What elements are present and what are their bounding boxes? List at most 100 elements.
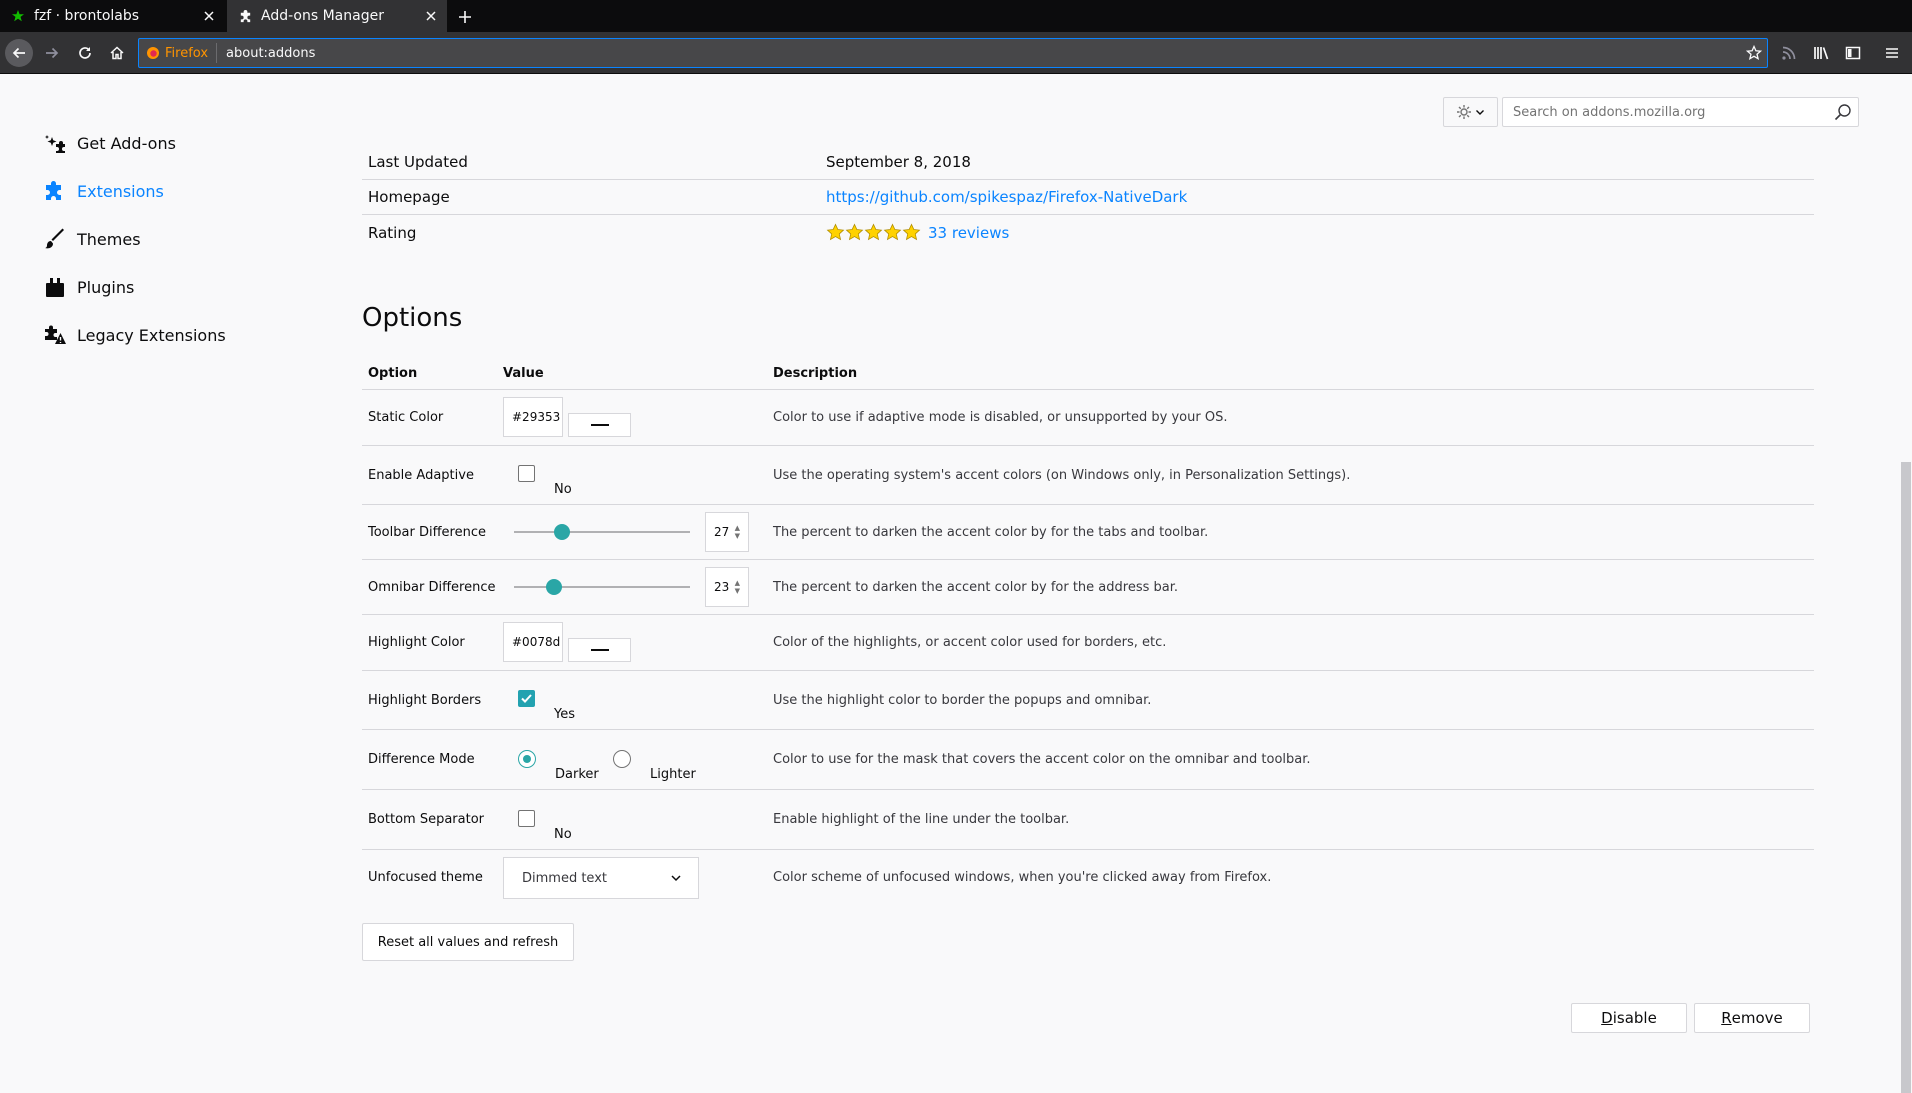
radio-label-darker: Darker (555, 767, 599, 782)
new-tab-button[interactable] (452, 4, 478, 30)
star-icon (826, 223, 845, 241)
enable-adaptive-checkbox[interactable] (518, 465, 535, 482)
plugin-block-icon (42, 274, 68, 300)
toolbar-difference-slider-thumb[interactable] (553, 524, 570, 540)
search-icon[interactable] (1828, 98, 1858, 126)
plus-icon (459, 11, 471, 23)
toolbar-difference-number[interactable]: 27 ▲ ▼ (705, 512, 749, 552)
arrow-right-icon (46, 47, 59, 59)
forward-button[interactable] (38, 39, 66, 67)
spinner-arrows-icon[interactable]: ▲ ▼ (735, 579, 740, 595)
utils-menu-button[interactable] (1443, 97, 1498, 127)
toolbar-difference-slider-track[interactable] (514, 531, 690, 533)
page-scrollbar[interactable] (1901, 462, 1911, 1093)
options-header-row: Option Value Description (362, 362, 1814, 390)
sidebar-item-themes[interactable]: Themes (42, 224, 141, 254)
tab-addons-manager[interactable]: Add-ons Manager (227, 0, 447, 32)
option-row-highlight-color: Highlight Color Color of the highlights,… (362, 615, 1814, 671)
option-row-enable-adaptive: Enable Adaptive No Use the operating sys… (362, 446, 1814, 505)
reload-icon (79, 47, 91, 59)
omnibar-difference-number[interactable]: 23 ▲ ▼ (705, 567, 749, 607)
highlight-borders-checkbox[interactable] (518, 690, 535, 707)
homepage-link[interactable]: https://github.com/spikespaz/Firefox-Nat… (826, 188, 1187, 206)
identity-box[interactable]: Firefox (139, 43, 218, 63)
warning-puzzle-icon (42, 322, 68, 348)
sidebar-item-legacy-extensions[interactable]: Legacy Extensions (42, 320, 226, 350)
option-name: Enable Adaptive (368, 468, 474, 483)
option-row-bottom-separator: Bottom Separator No Enable highlight of … (362, 790, 1814, 850)
sidebar-item-label: Extensions (77, 181, 164, 201)
select-value: Dimmed text (522, 870, 607, 886)
url-bar[interactable]: Firefox about:addons (138, 38, 1768, 68)
tab-strip: fzf · brontolabs Add-ons Manager (0, 0, 1912, 32)
header-option: Option (368, 366, 418, 381)
navigation-toolbar: Firefox about:addons (0, 32, 1912, 74)
highlight-color-picker[interactable] (568, 638, 631, 662)
option-row-difference-mode: Difference Mode Darker Lighter Color to … (362, 730, 1814, 790)
sidebar-item-label: Themes (77, 229, 141, 249)
number-value: 27 (714, 525, 730, 539)
bookmark-star-icon[interactable] (1741, 40, 1767, 66)
difference-mode-darker-radio[interactable] (518, 750, 536, 768)
detail-value: September 8, 2018 (826, 153, 971, 171)
static-color-input[interactable] (503, 397, 563, 437)
difference-mode-lighter-radio[interactable] (613, 750, 631, 768)
identity-label: Firefox (165, 45, 209, 61)
option-description: Color to use for the mask that covers th… (773, 752, 1311, 767)
home-button[interactable] (103, 39, 131, 67)
url-text[interactable]: about:addons (217, 46, 1741, 61)
omnibar-difference-slider-thumb[interactable] (546, 579, 563, 595)
detail-row-rating: Rating 33 reviews (362, 215, 1814, 250)
option-name: Static Color (368, 410, 444, 425)
home-icon (110, 46, 124, 60)
option-description: Color to use if adaptive mode is disable… (773, 410, 1228, 425)
unfocused-theme-select[interactable]: Dimmed text (503, 857, 699, 899)
rss-icon[interactable] (1777, 41, 1801, 65)
star-icon (10, 8, 26, 24)
button-label: isable (1612, 1009, 1657, 1027)
search-input[interactable] (1503, 104, 1828, 120)
omnibar-difference-slider-track[interactable] (514, 586, 690, 588)
back-button[interactable] (5, 39, 33, 67)
disable-button[interactable]: Disable (1571, 1003, 1687, 1033)
sidebar-item-extensions[interactable]: Extensions (42, 176, 164, 206)
accesskey: D (1601, 1009, 1613, 1027)
checkbox-state-label: No (554, 827, 572, 842)
tab-fzf[interactable]: fzf · brontolabs (0, 0, 225, 32)
library-icon[interactable] (1810, 41, 1834, 65)
close-icon[interactable] (419, 4, 443, 28)
spinner-arrows-icon[interactable]: ▲ ▼ (735, 524, 740, 540)
sidebar-item-get-addons[interactable]: Get Add-ons (42, 128, 176, 158)
detail-row-homepage: Homepage https://github.com/spikespaz/Fi… (362, 180, 1814, 215)
addons-search[interactable] (1502, 97, 1859, 127)
hamburger-menu-icon[interactable] (1880, 41, 1904, 65)
header-value: Value (503, 366, 544, 381)
header-description: Description (773, 366, 858, 381)
option-name: Toolbar Difference (368, 525, 486, 540)
option-description: The percent to darken the accent color b… (773, 525, 1209, 540)
option-description: Enable highlight of the line under the t… (773, 812, 1070, 827)
option-row-unfocused-theme: Unfocused theme Dimmed text Color scheme… (362, 850, 1814, 906)
bottom-separator-checkbox[interactable] (518, 810, 535, 827)
highlight-color-input[interactable] (503, 622, 563, 662)
sidebar-toggle-icon[interactable] (1841, 41, 1865, 65)
detail-row-last-updated: Last Updated September 8, 2018 (362, 145, 1814, 180)
option-row-omnibar-difference: Omnibar Difference 23 ▲ ▼ The percent to … (362, 560, 1814, 615)
star-icon (864, 223, 883, 241)
reload-button[interactable] (71, 39, 99, 67)
button-label: emove (1731, 1009, 1783, 1027)
static-color-picker[interactable] (568, 413, 631, 437)
puzzle-icon (42, 178, 68, 204)
categories-sidebar: Get Add-ons Extensions Themes Plugins Le… (0, 74, 340, 1093)
remove-button[interactable]: Remove (1694, 1003, 1810, 1033)
star-icon (902, 223, 921, 241)
sidebar-item-plugins[interactable]: Plugins (42, 272, 134, 302)
option-name: Bottom Separator (368, 812, 484, 827)
reset-values-button[interactable]: Reset all values and refresh (362, 923, 574, 961)
close-icon[interactable] (197, 4, 221, 28)
checkmark-icon (521, 694, 532, 703)
reviews-link[interactable]: 33 reviews (928, 224, 1009, 242)
detail-label: Homepage (368, 188, 450, 206)
options-heading: Options (362, 303, 463, 333)
sidebar-item-label: Plugins (77, 277, 135, 297)
